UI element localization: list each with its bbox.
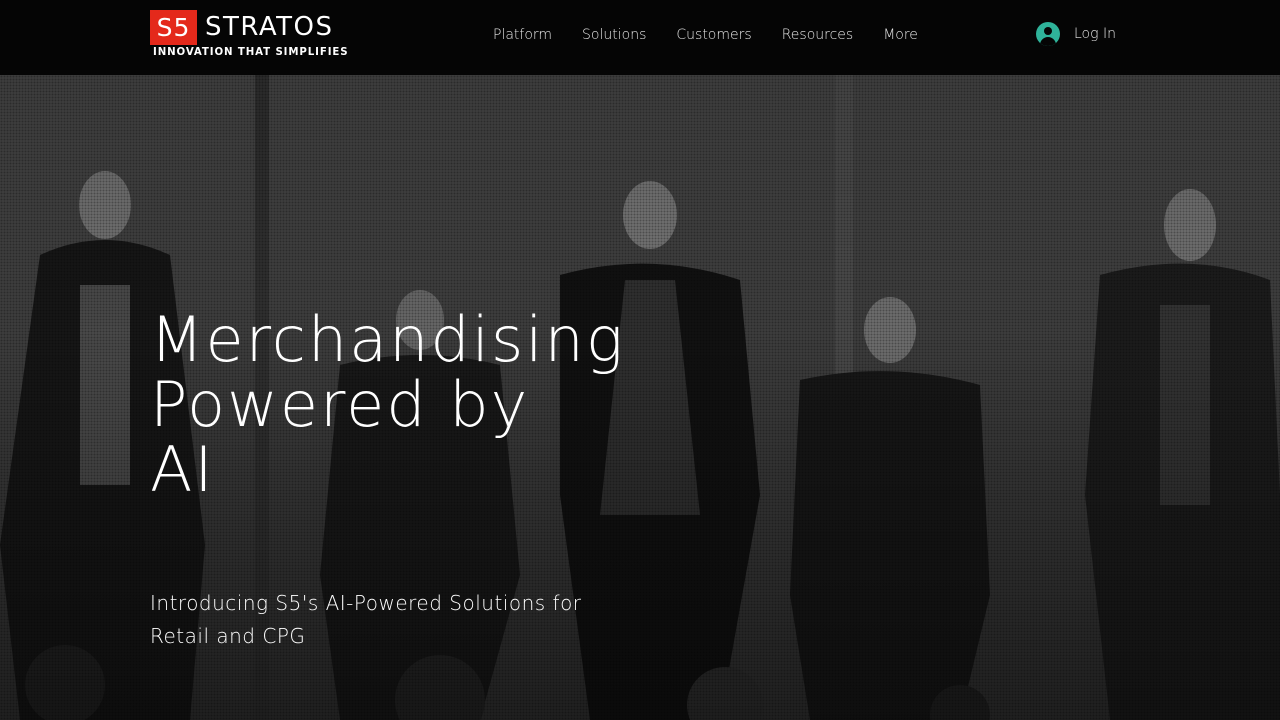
hero-subtitle-line: Introducing S5's AI-Powered Solutions fo… (150, 591, 582, 615)
hero-title-line: AI (150, 433, 215, 506)
user-avatar-icon (1036, 22, 1060, 46)
hero-subtitle: Introducing S5's AI-Powered Solutions fo… (150, 587, 670, 653)
logo-wordmark: STRATOS (205, 12, 334, 42)
nav-solutions[interactable]: Solutions (582, 24, 646, 46)
site-header: S5 STRATOS INNOVATION THAT SIMPLIFIES Pl… (0, 0, 1280, 75)
login-button[interactable]: Log In (1036, 22, 1116, 46)
hero-title-line: Powered by (150, 368, 530, 441)
logo-mark: S5 (150, 10, 197, 45)
nav-platform[interactable]: Platform (493, 24, 552, 46)
nav-more[interactable]: More (883, 24, 918, 46)
hero-title-line: Merchandising (150, 303, 626, 376)
main-nav: Platform Solutions Customers Resources M… (493, 24, 948, 46)
page: S5 STRATOS INNOVATION THAT SIMPLIFIES Pl… (0, 0, 1280, 720)
nav-resources[interactable]: Resources (782, 24, 854, 46)
nav-customers[interactable]: Customers (676, 24, 751, 46)
logo-tagline: INNOVATION THAT SIMPLIFIES (153, 47, 349, 58)
logo[interactable]: S5 STRATOS INNOVATION THAT SIMPLIFIES (150, 10, 350, 60)
login-label: Log In (1074, 26, 1116, 42)
hero-section: Merchandising Powered by AI Introducing … (0, 75, 1280, 720)
hero-title: Merchandising Powered by AI (150, 307, 710, 502)
hero-subtitle-line: Retail and CPG (150, 624, 306, 648)
